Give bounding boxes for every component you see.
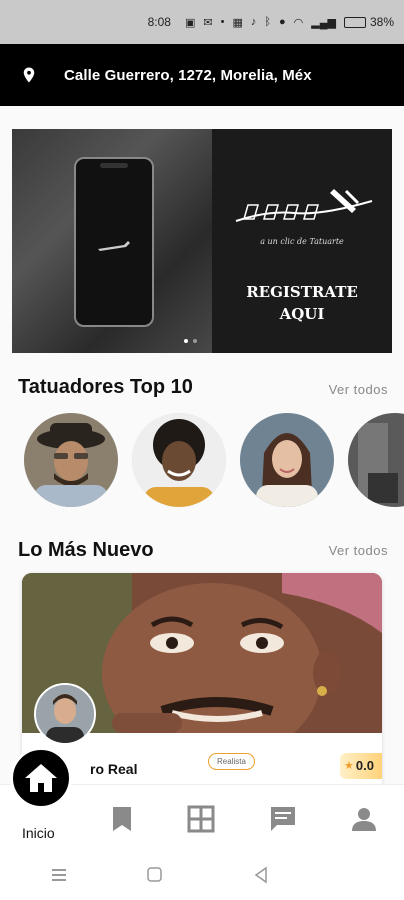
home-icon xyxy=(25,764,57,792)
bottom-nav: Inicio xyxy=(0,747,404,850)
profile-icon[interactable] xyxy=(350,805,378,833)
system-nav-bar xyxy=(0,850,404,900)
carousel-dots xyxy=(184,339,197,343)
rating-value: 0.0 xyxy=(355,758,374,773)
tattoo-card[interactable]: ro Real Realista ★ 0.0 xyxy=(22,573,382,784)
top-tattooers-title: Tatuadores Top 10 xyxy=(18,376,193,398)
system-nav-icons xyxy=(52,866,267,884)
card-artist-avatar[interactable] xyxy=(34,683,96,745)
tattooer-avatar[interactable] xyxy=(348,413,404,507)
newest-see-all[interactable]: Ver todos xyxy=(329,543,388,558)
nav-home-button[interactable] xyxy=(10,747,72,809)
battery-icon xyxy=(343,16,366,28)
battery-indicator: 38% xyxy=(343,15,394,29)
promo-banner[interactable]: a un clic de Tatuarte REGISTRATE AQUI xyxy=(12,129,392,353)
top-tattooers-see-all[interactable]: Ver todos xyxy=(329,382,388,397)
battery-text: 38% xyxy=(369,15,394,29)
bookmark-icon[interactable] xyxy=(108,805,136,833)
location-pin-icon xyxy=(23,67,35,83)
notification-icon: ▣ xyxy=(184,16,196,29)
address-bar[interactable]: Calle Guerrero, 1272, Morelia, Méx xyxy=(0,44,404,106)
tattooer-photo xyxy=(348,413,404,507)
tattooer-photo xyxy=(24,413,118,507)
newest-title: Lo Más Nuevo xyxy=(18,539,154,561)
tattooer-name: ro Real xyxy=(90,761,138,777)
banner-brand-panel: a un clic de Tatuarte REGISTRATE AQUI xyxy=(212,129,392,353)
artist-photo xyxy=(36,685,94,743)
notification-icon: ✉ xyxy=(203,16,213,29)
carousel-dot[interactable] xyxy=(184,339,188,343)
star-icon: ★ xyxy=(344,760,354,772)
location-icon: ● xyxy=(278,16,286,28)
address-text: Calle Guerrero, 1272, Morelia, Méx xyxy=(64,66,312,84)
tattooer-avatar[interactable] xyxy=(24,413,118,507)
register-cta-line2: AQUI xyxy=(279,305,325,323)
wifi-icon: ◠ xyxy=(293,16,304,29)
tattooer-photo xyxy=(132,413,226,507)
phone-mockup xyxy=(74,157,154,327)
tattooer-avatar[interactable] xyxy=(132,413,226,507)
grid-icon[interactable] xyxy=(187,805,215,833)
register-cta-line1: REGISTRATE xyxy=(246,283,358,301)
tattooer-photo xyxy=(240,413,334,507)
bluetooth-icon: ᛒ xyxy=(264,16,271,28)
chat-icon[interactable] xyxy=(269,805,297,833)
register-cta[interactable]: REGISTRATE AQUI xyxy=(212,281,392,325)
main-content[interactable]: a un clic de Tatuarte REGISTRATE AQUI Ta… xyxy=(0,106,404,784)
tattooer-avatar[interactable] xyxy=(240,413,334,507)
back-icon[interactable] xyxy=(254,866,267,884)
recent-apps-icon[interactable] xyxy=(52,869,66,881)
status-bar: 8:08 ▣ ✉ • ▦ ♪ ᛒ ● ◠ ▂▄▆ 38% xyxy=(0,0,404,44)
style-tag[interactable]: Realista xyxy=(208,753,255,770)
nfc-icon: ▦ xyxy=(232,16,243,29)
tattoo-machine-logo xyxy=(98,241,130,251)
status-time: 8:08 xyxy=(147,15,171,29)
home-system-icon[interactable] xyxy=(147,867,162,882)
tattooapp-logo xyxy=(235,189,373,222)
phone-notch xyxy=(100,163,128,168)
carousel-dot[interactable] xyxy=(193,339,197,343)
phone-logo xyxy=(76,239,152,257)
nav-home-label: Inicio xyxy=(22,825,55,841)
signal-icon: ▂▄▆ xyxy=(311,16,336,29)
banner-tagline: a un clic de Tatuarte xyxy=(260,237,344,246)
mute-icon: ♪ xyxy=(250,16,257,28)
rating: ★ 0.0 xyxy=(344,758,374,773)
notification-icon: • xyxy=(220,16,225,28)
